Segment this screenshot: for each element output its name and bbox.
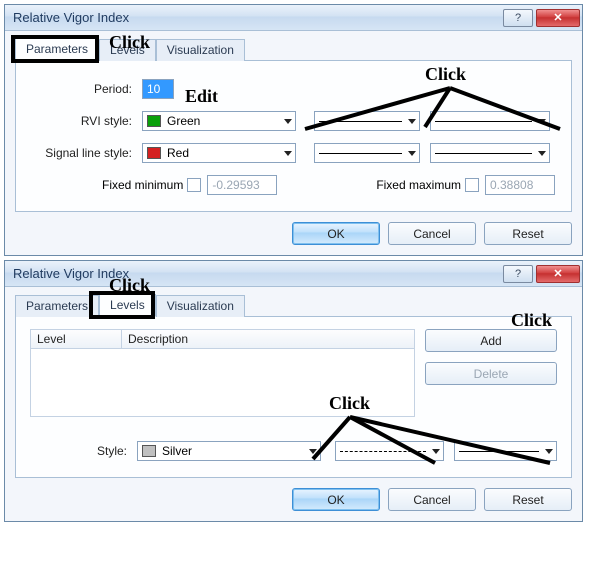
- ok-button[interactable]: OK: [292, 222, 380, 245]
- line-weight-icon: [459, 451, 539, 452]
- chevron-down-icon: [538, 151, 546, 156]
- period-input[interactable]: [142, 79, 174, 99]
- tab-visualization[interactable]: Visualization: [156, 39, 245, 61]
- cancel-button[interactable]: Cancel: [388, 222, 476, 245]
- chevron-down-icon: [408, 119, 416, 124]
- fixed-min-checkbox[interactable]: [187, 178, 201, 192]
- style-linestyle-combo[interactable]: [335, 441, 444, 461]
- add-button[interactable]: Add: [425, 329, 557, 352]
- rvi-linewidth-combo[interactable]: [430, 111, 550, 131]
- help-button[interactable]: ?: [503, 265, 533, 283]
- rvi-color-combo[interactable]: Green: [142, 111, 296, 131]
- style-color-combo[interactable]: Silver: [137, 441, 321, 461]
- period-label: Period:: [32, 82, 142, 96]
- signal-linestyle-combo[interactable]: [314, 143, 420, 163]
- levels-list-body[interactable]: [30, 349, 415, 417]
- window-title: Relative Vigor Index: [13, 10, 500, 25]
- fixed-max-checkbox[interactable]: [465, 178, 479, 192]
- titlebar[interactable]: Relative Vigor Index ? ✕: [5, 261, 582, 287]
- ok-button[interactable]: OK: [292, 488, 380, 511]
- tab-levels[interactable]: Levels: [99, 39, 156, 61]
- rvi-linestyle-combo[interactable]: [314, 111, 420, 131]
- line-solid-icon: [319, 121, 402, 122]
- levels-list-header: Level Description: [30, 329, 415, 349]
- fixed-min-label: Fixed minimum: [102, 178, 183, 192]
- delete-button[interactable]: Delete: [425, 362, 557, 385]
- chevron-down-icon: [545, 449, 553, 454]
- tab-levels[interactable]: Levels: [99, 294, 156, 317]
- titlebar[interactable]: Relative Vigor Index ? ✕: [5, 5, 582, 31]
- col-description[interactable]: Description: [121, 330, 414, 348]
- button-bar: OK Cancel Reset: [15, 488, 572, 511]
- signal-color-swatch: [147, 147, 161, 159]
- signal-color-combo[interactable]: Red: [142, 143, 296, 163]
- close-button[interactable]: ✕: [536, 265, 580, 283]
- rvi-color-swatch: [147, 115, 161, 127]
- close-button[interactable]: ✕: [536, 9, 580, 27]
- help-button[interactable]: ?: [503, 9, 533, 27]
- reset-button[interactable]: Reset: [484, 222, 572, 245]
- reset-button[interactable]: Reset: [484, 488, 572, 511]
- chevron-down-icon: [284, 151, 292, 156]
- button-bar: OK Cancel Reset: [15, 222, 572, 245]
- chevron-down-icon: [309, 449, 317, 454]
- fixed-max-input[interactable]: [485, 175, 555, 195]
- line-solid-icon: [319, 153, 402, 154]
- window-title: Relative Vigor Index: [13, 266, 500, 281]
- style-color-swatch: [142, 445, 156, 457]
- chevron-down-icon: [284, 119, 292, 124]
- fixed-max-label: Fixed maximum: [376, 178, 461, 192]
- line-dashed-icon: [340, 451, 426, 452]
- style-label: Style:: [30, 444, 137, 458]
- line-weight-icon: [435, 153, 532, 154]
- signal-style-label: Signal line style:: [32, 146, 142, 160]
- signal-color-name: Red: [167, 146, 189, 160]
- style-color-name: Silver: [162, 444, 192, 458]
- tabpane-parameters: Period: RVI style: Green: [15, 61, 572, 212]
- col-level[interactable]: Level: [31, 332, 121, 346]
- rvi-style-label: RVI style:: [32, 114, 142, 128]
- chevron-down-icon: [538, 119, 546, 124]
- fixed-min-input[interactable]: [207, 175, 277, 195]
- dialog-parameters: Relative Vigor Index ? ✕ Parameters Colo…: [4, 4, 583, 256]
- tabstrip: Parameters Colors Levels Visualization: [15, 37, 572, 61]
- tab-visualization[interactable]: Visualization: [156, 295, 245, 317]
- tabstrip: Parameters Colors Levels Visualization: [15, 293, 572, 317]
- style-linewidth-combo[interactable]: [454, 441, 557, 461]
- chevron-down-icon: [408, 151, 416, 156]
- tab-parameters[interactable]: Parameters: [15, 295, 99, 317]
- cancel-button[interactable]: Cancel: [388, 488, 476, 511]
- tab-parameters[interactable]: Parameters: [15, 38, 99, 61]
- tabpane-levels: Level Description Add Delete Style: Silv…: [15, 317, 572, 478]
- chevron-down-icon: [432, 449, 440, 454]
- dialog-levels: Relative Vigor Index ? ✕ Parameters Colo…: [4, 260, 583, 522]
- line-weight-icon: [435, 121, 532, 122]
- signal-linewidth-combo[interactable]: [430, 143, 550, 163]
- rvi-color-name: Green: [167, 114, 200, 128]
